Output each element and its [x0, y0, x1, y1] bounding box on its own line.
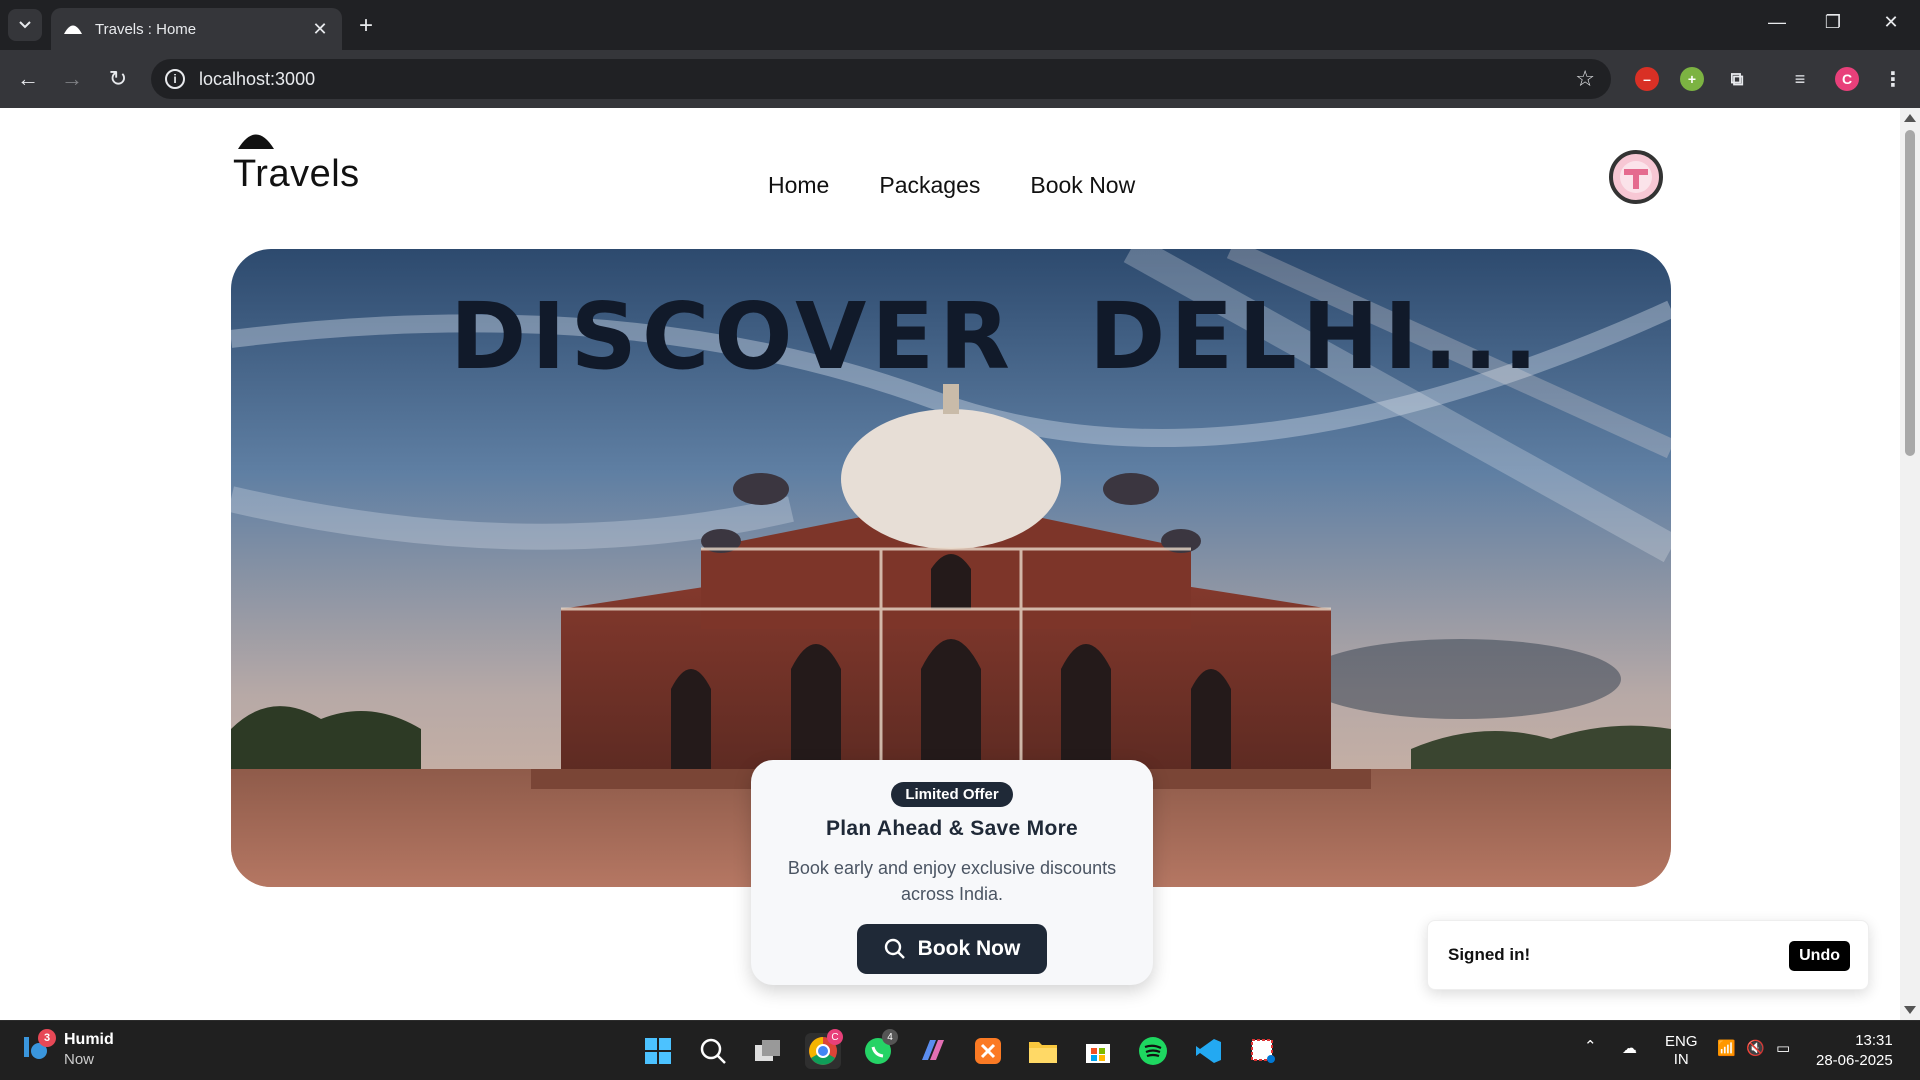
restore-icon[interactable]: ❐	[1813, 12, 1853, 33]
forward-arrow-icon[interactable]: →	[58, 65, 86, 93]
weather-widget[interactable]: 3 Humid Now	[22, 1029, 114, 1068]
vscode-icon[interactable]	[1190, 1033, 1226, 1069]
tab-title: Travels : Home	[95, 20, 197, 38]
region-code: IN	[1673, 1051, 1689, 1068]
show-hidden-icons[interactable]: ⌃	[1584, 1037, 1597, 1055]
close-window-icon[interactable]: ✕	[1871, 12, 1911, 33]
puzzle-extensions-icon[interactable]: ⧉	[1725, 67, 1749, 91]
system-clock[interactable]: 13:31 28-06-2025	[1816, 1031, 1893, 1071]
scrollbar-thumb[interactable]	[1905, 130, 1915, 456]
nav-home[interactable]: Home	[768, 172, 829, 199]
main-nav: Home Packages Book Now	[768, 172, 1135, 199]
hero-title: DISCOVER DELHI...	[450, 283, 1543, 390]
windows-taskbar: 3 Humid Now C 4 ⌃ ☁ ENG IN 📶 🔇 ▭ 13:31 2…	[0, 1020, 1920, 1080]
media-controls-icon[interactable]: ≡	[1788, 67, 1812, 91]
offer-heading: Plan Ahead & Save More	[825, 817, 1079, 840]
clock-time: 13:31	[1855, 1032, 1893, 1049]
minimize-icon[interactable]: —	[1757, 12, 1797, 33]
offer-description: Book early and enjoy exclusive discounts…	[787, 858, 1117, 904]
search-icon	[884, 938, 905, 959]
new-tab-button[interactable]: +	[352, 12, 380, 40]
chrome-profile-badge: C	[827, 1029, 843, 1045]
url-text: localhost:3000	[199, 68, 316, 89]
back-arrow-icon[interactable]: ←	[14, 65, 42, 93]
language-indicator[interactable]: ENG IN	[1665, 1033, 1698, 1069]
book-now-label: Book Now	[917, 937, 1021, 960]
user-avatar-image	[1620, 161, 1652, 193]
more-menu-icon[interactable]: ⋮	[1881, 67, 1905, 91]
language-code: ENG	[1665, 1033, 1698, 1050]
microsoft-store-icon[interactable]	[1080, 1033, 1116, 1069]
scroll-down-icon[interactable]	[1904, 1006, 1916, 1014]
umbrella-logo-icon	[238, 134, 274, 149]
signed-in-toast: Signed in! Undo	[1427, 920, 1869, 990]
umbrella-icon	[63, 19, 83, 39]
chevron-down-icon	[19, 21, 31, 29]
offer-card: Limited Offer Plan Ahead & Save More Boo…	[751, 760, 1153, 985]
weather-badge: 3	[38, 1029, 56, 1047]
wifi-icon[interactable]: 📶	[1717, 1039, 1736, 1057]
adblock-extension-icon[interactable]: –	[1635, 67, 1659, 91]
page-scrollbar[interactable]	[1900, 108, 1920, 1020]
clock-date: 28-06-2025	[1816, 1052, 1893, 1069]
reload-icon[interactable]: ↻	[104, 65, 132, 93]
nav-packages[interactable]: Packages	[879, 172, 980, 199]
bookmark-star-icon[interactable]: ☆	[1575, 66, 1595, 92]
profile-avatar[interactable]: C	[1835, 67, 1859, 91]
xampp-icon[interactable]	[970, 1033, 1006, 1069]
copilot-icon[interactable]	[915, 1033, 951, 1069]
add-extension-icon[interactable]: +	[1680, 67, 1704, 91]
user-avatar[interactable]	[1609, 150, 1663, 204]
search-icon[interactable]	[695, 1033, 731, 1069]
browser-tabbar: Travels : Home ✕ + — ❐ ✕	[0, 0, 1920, 50]
weather-icon: 3	[22, 1029, 56, 1061]
battery-icon[interactable]: ▭	[1776, 1039, 1790, 1057]
undo-button[interactable]: Undo	[1789, 941, 1850, 971]
file-explorer-icon[interactable]	[1025, 1033, 1061, 1069]
site-logo[interactable]: Travels	[233, 130, 360, 196]
weather-title: Humid	[64, 1031, 114, 1048]
onedrive-status-icon[interactable]: ☁	[1622, 1039, 1637, 1057]
limited-offer-badge: Limited Offer	[891, 782, 1013, 807]
whatsapp-badge: 4	[882, 1029, 898, 1045]
tab-search-button[interactable]	[8, 9, 42, 41]
scroll-up-icon[interactable]	[1904, 114, 1916, 122]
task-view-icon[interactable]	[750, 1033, 786, 1069]
brand-name: Travels	[233, 153, 360, 195]
nav-book-now[interactable]: Book Now	[1030, 172, 1135, 199]
weather-sub: Now	[64, 1051, 95, 1068]
browser-toolbar: ← → ↻ i localhost:3000 ☆ – + ⧉ ≡ C ⋮	[0, 50, 1920, 108]
page-viewport: Travels Home Packages Book Now DISCOVER …	[0, 108, 1900, 1020]
chrome-taskbar-icon[interactable]: C	[805, 1029, 843, 1069]
snipping-tool-icon[interactable]	[1245, 1033, 1281, 1069]
spotify-icon[interactable]	[1135, 1033, 1171, 1069]
toast-message: Signed in!	[1448, 945, 1531, 964]
book-now-button[interactable]: Book Now	[857, 924, 1047, 974]
windows-start-icon[interactable]	[640, 1033, 676, 1069]
site-info-icon[interactable]: i	[165, 69, 185, 89]
address-bar[interactable]: i localhost:3000 ☆	[151, 59, 1611, 99]
whatsapp-icon[interactable]: 4	[860, 1029, 898, 1069]
browser-tab[interactable]: Travels : Home ✕	[51, 8, 342, 50]
muted-volume-icon[interactable]: 🔇	[1746, 1039, 1765, 1057]
close-tab-icon[interactable]: ✕	[310, 19, 330, 40]
